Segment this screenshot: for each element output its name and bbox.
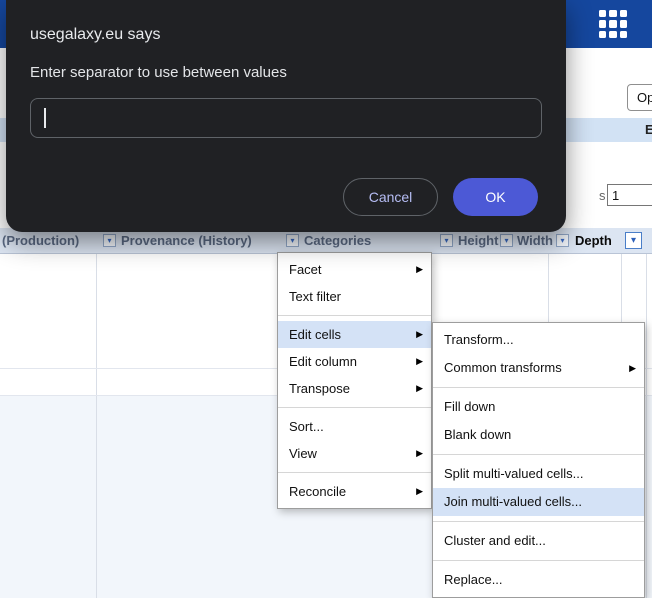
cancel-button[interactable]: Cancel xyxy=(343,178,438,216)
menu-item-edit-column[interactable]: Edit column ▶ xyxy=(278,348,431,375)
menu-item-label: Common transforms xyxy=(444,360,562,375)
column-dropdown-icon[interactable]: ▾ xyxy=(625,232,642,249)
menu-item-replace[interactable]: Replace... xyxy=(433,566,644,594)
dialog-message: Enter separator to use between values xyxy=(30,64,287,81)
page-size-input[interactable] xyxy=(607,184,652,206)
column-dropdown-icon[interactable]: ▾ xyxy=(556,234,569,247)
rows-label-fragment: s xyxy=(599,188,606,203)
menu-separator xyxy=(433,560,644,561)
text-caret xyxy=(44,108,46,128)
menu-item-label: Split multi-valued cells... xyxy=(444,466,583,481)
menu-item-label: Edit column xyxy=(289,354,357,369)
menu-item-label: Transpose xyxy=(289,381,350,396)
submenu-arrow-icon: ▶ xyxy=(416,348,423,375)
menu-item-label: View xyxy=(289,446,317,461)
grid-square xyxy=(609,20,616,27)
submenu-arrow-icon: ▶ xyxy=(629,354,636,382)
dialog-title: usegalaxy.eu says xyxy=(30,26,160,44)
column-dropdown-icon[interactable]: ▾ xyxy=(440,234,453,247)
menu-item-label: Fill down xyxy=(444,399,495,414)
column-border xyxy=(646,253,647,598)
column-border xyxy=(96,253,97,598)
menu-separator xyxy=(278,472,431,473)
menu-item-label: Facet xyxy=(289,262,322,277)
ok-button[interactable]: OK xyxy=(453,178,538,216)
menu-item-view[interactable]: View ▶ xyxy=(278,440,431,467)
menu-item-label: Edit cells xyxy=(289,327,341,342)
edit-cells-submenu: Transform... Common transforms ▶ Fill do… xyxy=(432,322,645,598)
menu-item-sort[interactable]: Sort... xyxy=(278,413,431,440)
apps-grid-icon[interactable] xyxy=(599,10,627,38)
menu-separator xyxy=(433,387,644,388)
menu-item-split-multi-valued-cells[interactable]: Split multi-valued cells... xyxy=(433,460,644,488)
menu-item-text-filter[interactable]: Text filter xyxy=(278,283,431,310)
menu-item-label: Replace... xyxy=(444,572,503,587)
menu-item-label: Join multi-valued cells... xyxy=(444,494,582,509)
menu-item-blank-down[interactable]: Blank down xyxy=(433,421,644,449)
grid-square xyxy=(620,10,627,17)
screen: Op E s (Production) ▾ Provenance (Histor… xyxy=(0,0,652,598)
menu-item-label: Reconcile xyxy=(289,484,346,499)
grid-square xyxy=(599,10,606,17)
submenu-arrow-icon: ▶ xyxy=(416,256,423,283)
menu-separator xyxy=(278,315,431,316)
submenu-arrow-icon: ▶ xyxy=(416,321,423,348)
column-dropdown-icon[interactable]: ▾ xyxy=(500,234,513,247)
grid-square xyxy=(620,20,627,27)
summary-bar-text: E xyxy=(645,122,652,137)
menu-item-label: Text filter xyxy=(289,289,341,304)
menu-item-label: Blank down xyxy=(444,427,511,442)
menu-item-label: Transform... xyxy=(444,332,514,347)
menu-item-facet[interactable]: Facet ▶ xyxy=(278,256,431,283)
menu-item-label: Sort... xyxy=(289,419,324,434)
column-header-depth: Depth xyxy=(575,228,612,253)
column-dropdown-icon[interactable]: ▾ xyxy=(103,234,116,247)
column-dropdown-menu: Facet ▶ Text filter Edit cells ▶ Edit co… xyxy=(277,252,432,509)
menu-item-label: Cluster and edit... xyxy=(444,533,546,548)
grid-square xyxy=(620,31,627,38)
menu-item-transpose[interactable]: Transpose ▶ xyxy=(278,375,431,402)
grid-square xyxy=(599,31,606,38)
browser-prompt-dialog: usegalaxy.eu says Enter separator to use… xyxy=(6,0,566,232)
open-project-button[interactable]: Op xyxy=(627,84,652,111)
grid-square xyxy=(599,20,606,27)
menu-item-cluster-and-edit[interactable]: Cluster and edit... xyxy=(433,527,644,555)
menu-item-edit-cells[interactable]: Edit cells ▶ xyxy=(278,321,431,348)
grid-square xyxy=(609,31,616,38)
menu-item-reconcile[interactable]: Reconcile ▶ xyxy=(278,478,431,505)
menu-separator xyxy=(433,521,644,522)
menu-item-join-multi-valued-cells[interactable]: Join multi-valued cells... xyxy=(433,488,644,516)
submenu-arrow-icon: ▶ xyxy=(416,375,423,402)
grid-square xyxy=(609,10,616,17)
submenu-arrow-icon: ▶ xyxy=(416,478,423,505)
menu-item-transform[interactable]: Transform... xyxy=(433,326,644,354)
separator-input[interactable] xyxy=(30,98,542,138)
menu-separator xyxy=(278,407,431,408)
menu-item-fill-down[interactable]: Fill down xyxy=(433,393,644,421)
menu-item-common-transforms[interactable]: Common transforms ▶ xyxy=(433,354,644,382)
column-dropdown-icon[interactable]: ▾ xyxy=(286,234,299,247)
submenu-arrow-icon: ▶ xyxy=(416,440,423,467)
menu-separator xyxy=(433,454,644,455)
